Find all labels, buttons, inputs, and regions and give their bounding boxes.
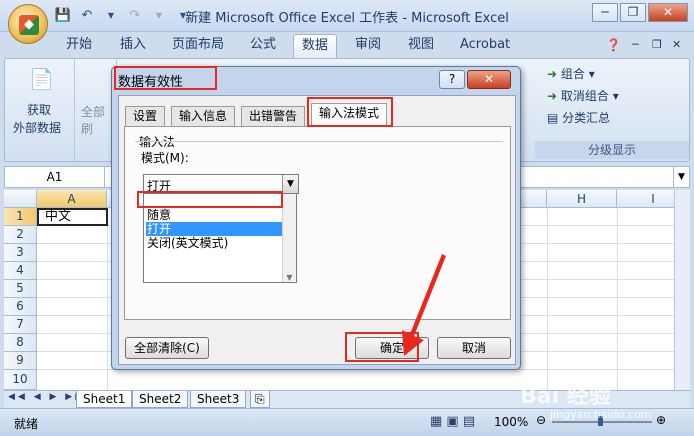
- dialog-title: 数据有效性: [118, 75, 184, 90]
- tab-insert[interactable]: 插入: [112, 34, 154, 58]
- group-get-external: 📄 获取 外部数据: [5, 59, 75, 161]
- column-header-h[interactable]: H: [547, 190, 617, 208]
- section-divider: [135, 141, 503, 142]
- column-header-a[interactable]: A: [37, 190, 107, 208]
- expand-formula-icon[interactable]: ▼: [673, 167, 689, 187]
- customize-qat-icon[interactable]: ▼: [174, 8, 192, 24]
- subtotal-button[interactable]: ▤ 分类汇总: [547, 109, 610, 126]
- sheet-tab-3[interactable]: Sheet3: [190, 391, 247, 408]
- window-controls: ─ ❐ ✕: [592, 3, 688, 22]
- row-header-9[interactable]: 9: [4, 352, 37, 370]
- option-on[interactable]: 打开: [146, 222, 282, 236]
- tab-settings[interactable]: 设置: [125, 106, 166, 126]
- gridline: [107, 208, 108, 390]
- row-header-7[interactable]: 7: [4, 316, 37, 334]
- chevron-down-icon[interactable]: ▼: [282, 175, 298, 193]
- name-box[interactable]: A1: [5, 167, 105, 187]
- office-button[interactable]: ◆: [8, 4, 48, 44]
- option-off-english[interactable]: 关闭(英文模式): [146, 236, 282, 250]
- office-logo-icon: ◆: [19, 15, 39, 35]
- vertical-scrollbar[interactable]: [674, 190, 690, 390]
- group-icon: ➜: [547, 67, 558, 81]
- restore-button[interactable]: ❐: [620, 3, 646, 22]
- view-buttons-icon[interactable]: ▦ ▣ ▤: [430, 414, 475, 429]
- dialog-help-button[interactable]: ?: [439, 70, 465, 89]
- undo-icon[interactable]: ↶: [78, 8, 96, 24]
- list-scrollbar[interactable]: ▼: [282, 192, 296, 282]
- zoom-level[interactable]: 100%: [494, 415, 528, 429]
- combo-value: 打开: [147, 179, 172, 193]
- row-header-4[interactable]: 4: [4, 262, 37, 280]
- scroll-down-icon[interactable]: ▼: [283, 273, 296, 282]
- get-external-label[interactable]: 获取: [27, 101, 51, 118]
- row-header-10[interactable]: 10: [4, 370, 37, 390]
- group-button[interactable]: ➜ 组合 ▾: [547, 65, 595, 82]
- outline-group-label: 分级显示: [535, 141, 689, 159]
- group-label: 组合: [560, 67, 585, 81]
- tab-input-message[interactable]: 输入信息: [171, 106, 236, 126]
- cell-a1[interactable]: 中文: [37, 208, 108, 226]
- ime-mode-combobox[interactable]: 打开 ▼: [143, 174, 299, 194]
- status-ready: 就绪: [14, 417, 39, 431]
- ungroup-icon: ➜: [547, 89, 558, 103]
- row-header-1[interactable]: 1: [4, 208, 37, 226]
- mode-label: 模式(M):: [141, 151, 189, 165]
- row-header-6[interactable]: 6: [4, 298, 37, 316]
- title-bar: 新建 Microsoft Office Excel 工作表 - Microsof…: [0, 0, 694, 32]
- minimize-button[interactable]: ─: [592, 3, 618, 22]
- sheet-nav-icon[interactable]: ◀◀ ◀ ▶ ▶▶: [8, 392, 85, 402]
- row-header-8[interactable]: 8: [4, 334, 37, 352]
- get-external-label-2[interactable]: 外部数据: [13, 119, 61, 136]
- clear-all-button[interactable]: 全部清除(C): [125, 337, 209, 359]
- row-header-2[interactable]: 2: [4, 226, 37, 244]
- subtotal-label: 分类汇总: [562, 111, 611, 125]
- row-header-5[interactable]: 5: [4, 280, 37, 298]
- tab-formulas[interactable]: 公式: [242, 34, 284, 58]
- dropdown-icon[interactable]: ▼: [150, 8, 168, 24]
- dialog-close-button[interactable]: ✕: [467, 70, 511, 89]
- option-any[interactable]: 随意: [146, 208, 282, 222]
- tab-data[interactable]: 数据: [293, 34, 338, 58]
- save-icon[interactable]: 💾: [54, 8, 72, 24]
- select-all-corner[interactable]: [4, 190, 37, 208]
- dialog-body: 设置 输入信息 出错警告 输入法模式 输入法 模式(M): 随意 打开 关闭(英…: [118, 95, 516, 365]
- sheet-tab-2[interactable]: Sheet2: [132, 391, 189, 408]
- tab-page-layout[interactable]: 页面布局: [164, 34, 232, 58]
- insert-sheet-icon[interactable]: ⎘: [250, 391, 270, 408]
- tab-error-alert[interactable]: 出错警告: [241, 106, 306, 126]
- close-button[interactable]: ✕: [648, 3, 688, 22]
- tab-view[interactable]: 视图: [400, 34, 442, 58]
- gridline: [547, 208, 548, 390]
- quick-access-toolbar: 💾 ↶ ▼ ↷ ▼ ▼: [54, 6, 192, 26]
- zoom-out-icon[interactable]: ⊖: [536, 413, 546, 427]
- dropdown-icon[interactable]: ▼: [102, 8, 120, 24]
- tab-acrobat[interactable]: Acrobat: [452, 34, 518, 58]
- tab-home[interactable]: 开始: [58, 34, 100, 58]
- data-validation-dialog: 数据有效性 ? ✕ 设置 输入信息 出错警告 输入法模式 输入法 模式(M): …: [111, 66, 521, 370]
- group-outline: ➜ 组合 ▾ ➜ 取消组合 ▾ ▤ 分类汇总 分级显示: [535, 59, 689, 161]
- red-arrow-icon: [402, 254, 446, 356]
- redo-icon[interactable]: ↷: [126, 8, 144, 24]
- ungroup-label: 取消组合: [560, 89, 609, 103]
- ime-mode-dropdown-list[interactable]: 随意 打开 关闭(英文模式) ▼: [143, 191, 297, 283]
- zoom-in-icon[interactable]: ⊕: [656, 413, 666, 427]
- ribbon-close-icon[interactable]: ✕: [664, 34, 689, 58]
- watermark-logo: Bai 经验: [520, 384, 611, 409]
- sheet-tab-1[interactable]: Sheet1: [76, 391, 133, 408]
- ribbon-tabs: 开始 插入 页面布局 公式 数据 审阅 视图 Acrobat ❓ ─ ❐ ✕: [0, 32, 694, 58]
- subtotal-icon: ▤: [547, 111, 559, 125]
- tab-review[interactable]: 审阅: [347, 34, 389, 58]
- watermark-url: jingyan.baidu.com: [550, 408, 652, 421]
- external-data-icon: 📄: [29, 67, 54, 91]
- tab-ime-mode[interactable]: 输入法模式: [311, 103, 388, 127]
- gridline: [617, 208, 618, 390]
- ungroup-button[interactable]: ➜ 取消组合 ▾: [547, 87, 619, 104]
- row-header-3[interactable]: 3: [4, 244, 37, 262]
